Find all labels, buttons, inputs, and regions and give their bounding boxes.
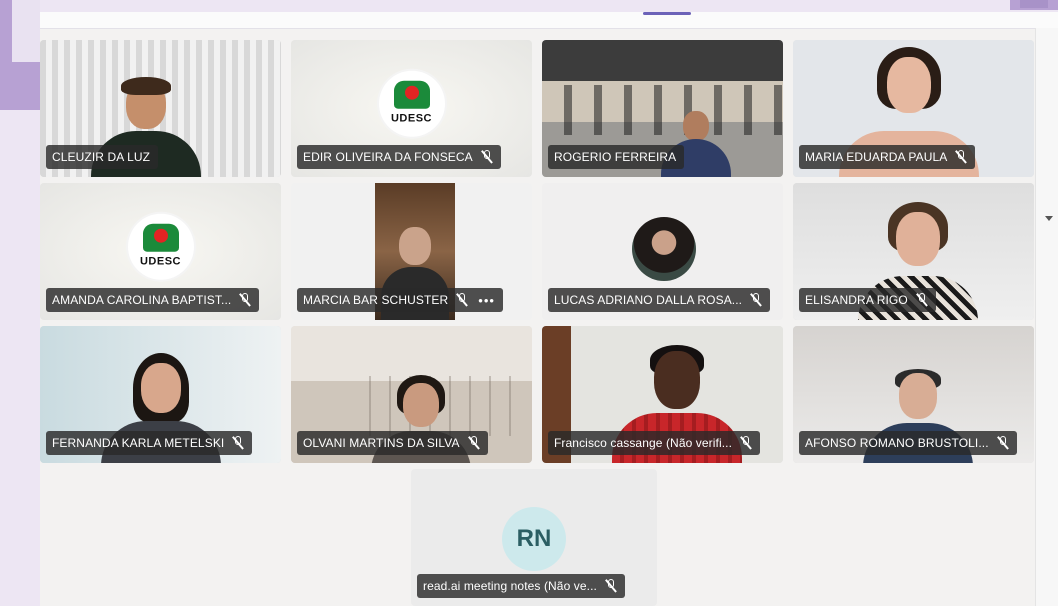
participant-grid: CLEUZIR DA LUZ UDESC EDIR OLIVEIRA DA FO… bbox=[40, 40, 1034, 463]
participant-name: ROGERIO FERREIRA bbox=[554, 150, 677, 164]
mic-off-icon bbox=[481, 150, 493, 164]
participant-name-tag: AMANDA CAROLINA BAPTIST... bbox=[46, 288, 260, 312]
participant-tile[interactable]: UDESC AMANDA CAROLINA BAPTIST... bbox=[40, 183, 281, 320]
participant-name: EDIR OLIVEIRA DA FONSECA bbox=[303, 150, 473, 164]
participant-name-tag: CLEUZIR DA LUZ bbox=[46, 145, 159, 169]
mic-off-icon bbox=[456, 293, 468, 307]
mic-off-icon bbox=[997, 436, 1009, 450]
mic-off-icon bbox=[740, 436, 752, 450]
avatar: RN bbox=[502, 507, 566, 571]
mic-off-icon bbox=[232, 436, 244, 450]
participant-name: Francisco cassange (Não verifi... bbox=[554, 436, 733, 450]
mic-off-icon bbox=[750, 293, 762, 307]
active-view-indicator[interactable] bbox=[643, 12, 691, 15]
participant-tile[interactable]: Francisco cassange (Não verifi... bbox=[542, 326, 783, 463]
participant-tile[interactable]: MARCIA BAR SCHUSTER ••• bbox=[291, 183, 532, 320]
participant-name-tag: LUCAS ADRIANO DALLA ROSA... bbox=[548, 288, 771, 312]
participant-name-tag: MARCIA BAR SCHUSTER ••• bbox=[297, 288, 503, 312]
participant-name: OLVANI MARTINS DA SILVA bbox=[303, 436, 460, 450]
side-panel bbox=[1035, 28, 1058, 606]
mic-off-icon bbox=[955, 150, 967, 164]
mic-off-icon bbox=[916, 293, 928, 307]
participant-name-tag: ELISANDRA RIGO bbox=[799, 288, 936, 312]
participant-name: AMANDA CAROLINA BAPTIST... bbox=[52, 293, 232, 307]
participant-name-tag: FERNANDA KARLA METELSKI bbox=[46, 431, 253, 455]
mic-off-icon bbox=[239, 293, 251, 307]
participant-name-tag: MARIA EDUARDA PAULA bbox=[799, 145, 976, 169]
top-bar bbox=[40, 12, 1058, 29]
meeting-stage: CLEUZIR DA LUZ UDESC EDIR OLIVEIRA DA FO… bbox=[40, 12, 1058, 606]
participant-name-tag: ROGERIO FERREIRA bbox=[548, 145, 685, 169]
mic-off-icon bbox=[468, 436, 480, 450]
mic-off-icon bbox=[605, 579, 617, 593]
participant-tile[interactable]: CLEUZIR DA LUZ bbox=[40, 40, 281, 177]
more-options-button[interactable]: ••• bbox=[478, 293, 495, 308]
participant-name: AFONSO ROMANO BRUSTOLI... bbox=[805, 436, 989, 450]
participant-tile[interactable]: OLVANI MARTINS DA SILVA bbox=[291, 326, 532, 463]
participant-name-tag: read.ai meeting notes (Não ve... bbox=[417, 574, 625, 598]
participant-name: CLEUZIR DA LUZ bbox=[52, 150, 151, 164]
participant-tile[interactable]: UDESC EDIR OLIVEIRA DA FONSECA bbox=[291, 40, 532, 177]
udesc-logo: UDESC bbox=[378, 70, 445, 137]
participant-tile[interactable]: ELISANDRA RIGO bbox=[793, 183, 1034, 320]
participant-name: MARIA EDUARDA PAULA bbox=[805, 150, 948, 164]
participant-tile[interactable]: LUCAS ADRIANO DALLA ROSA... bbox=[542, 183, 783, 320]
participant-name-tag: Francisco cassange (Não verifi... bbox=[548, 431, 761, 455]
chevron-down-icon[interactable] bbox=[1045, 216, 1053, 221]
participant-name: MARCIA BAR SCHUSTER bbox=[303, 293, 449, 307]
participant-tile[interactable]: AFONSO ROMANO BRUSTOLI... bbox=[793, 326, 1034, 463]
participant-name-tag: OLVANI MARTINS DA SILVA bbox=[297, 431, 488, 455]
participant-name-tag: EDIR OLIVEIRA DA FONSECA bbox=[297, 145, 501, 169]
participant-tile-bot[interactable]: RN read.ai meeting notes (Não ve... bbox=[411, 469, 657, 606]
participant-name: LUCAS ADRIANO DALLA ROSA... bbox=[554, 293, 743, 307]
participant-name-tag: AFONSO ROMANO BRUSTOLI... bbox=[799, 431, 1017, 455]
participant-name: FERNANDA KARLA METELSKI bbox=[52, 436, 225, 450]
participant-name: ELISANDRA RIGO bbox=[805, 293, 908, 307]
participant-tile[interactable]: ROGERIO FERREIRA bbox=[542, 40, 783, 177]
decor-block bbox=[0, 62, 40, 110]
participant-tile[interactable]: FERNANDA KARLA METELSKI bbox=[40, 326, 281, 463]
participant-name: read.ai meeting notes (Não ve... bbox=[423, 579, 597, 593]
participant-tile[interactable]: MARIA EDUARDA PAULA bbox=[793, 40, 1034, 177]
decor-block bbox=[12, 0, 40, 62]
decor-block bbox=[1020, 0, 1048, 8]
udesc-logo: UDESC bbox=[127, 213, 194, 280]
avatar bbox=[632, 217, 696, 281]
